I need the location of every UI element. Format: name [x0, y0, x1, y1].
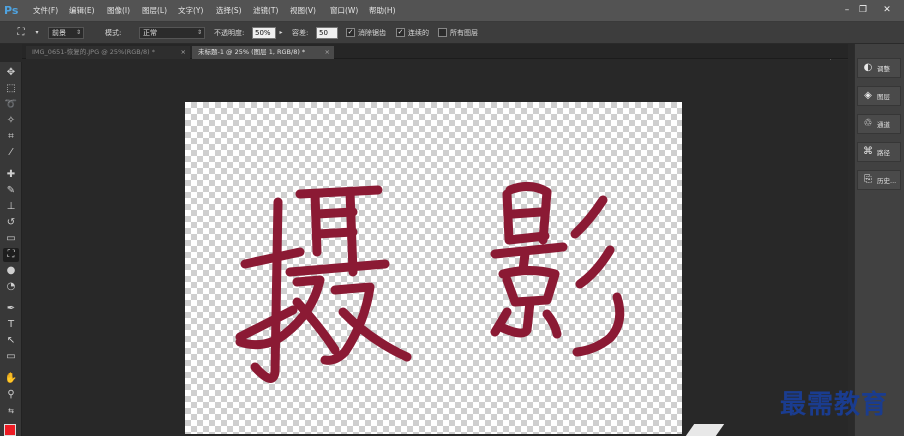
menu-bar: Ps 文件(F) 编辑(E) 图像(I) 图层(L) 文字(Y) 选择(S) 滤…	[0, 0, 904, 22]
contiguous-checkbox[interactable]: ✓	[396, 28, 405, 37]
close-button[interactable]: ✕	[880, 4, 894, 16]
history-icon: ⎘	[864, 174, 872, 185]
menu-file[interactable]: 文件(F)	[33, 5, 58, 17]
stroke	[570, 195, 608, 239]
panel-layers-button[interactable]: ◈ 图层	[857, 86, 901, 106]
panel-history-button[interactable]: ⎘ 历史...	[857, 170, 901, 190]
stroke	[542, 309, 562, 339]
chevron-down-icon: ⇕	[75, 29, 81, 36]
all-layers-checkbox[interactable]	[438, 28, 447, 37]
tab-label: 未标题-1 @ 25% (图层 1, RGB/8) *	[198, 48, 306, 56]
type-tool-icon[interactable]: T	[3, 318, 19, 332]
opacity-label: 不透明度:	[214, 29, 245, 37]
stroke	[312, 207, 358, 219]
chevron-down-icon: ⇕	[196, 29, 202, 36]
all-layers-label: 所有图层	[450, 29, 478, 37]
tolerance-label: 容差:	[292, 29, 309, 37]
stroke	[498, 266, 560, 307]
quick-select-tool-icon[interactable]: ✧	[3, 114, 19, 128]
healing-brush-tool-icon[interactable]: ✚	[3, 168, 19, 182]
hand-tool-icon[interactable]: ✋	[3, 372, 19, 386]
antialias-label: 消除锯齿	[358, 29, 386, 37]
restore-button[interactable]: ❐	[856, 4, 870, 16]
adjustments-icon: ◐	[863, 62, 873, 73]
stroke	[292, 297, 340, 355]
history-brush-tool-icon[interactable]: ↺	[3, 216, 19, 230]
tab-img-0651[interactable]: IMG_0651-恢复的.JPG @ 25%(RGB/8) * ×	[26, 46, 190, 59]
menu-image[interactable]: 图像(I)	[107, 5, 130, 17]
layers-icon: ◈	[864, 90, 872, 101]
close-tab-icon[interactable]: ×	[181, 46, 186, 58]
move-tool-icon[interactable]: ✥	[3, 66, 19, 80]
tools-panel: ✥ ⬚ ➰ ✧ ⌗ ⁄ ✚ ✎ ⊥ ↺ ▭ ⛶ ● ◔ ✒ T ↖ ▭ ✋ ⚲ …	[0, 62, 22, 436]
tool-preset-chevron-icon[interactable]: ▾	[30, 26, 44, 40]
stroke	[250, 197, 283, 383]
mode-label: 模式:	[105, 29, 122, 37]
panel-paths-button[interactable]: ⌘ 路径	[857, 142, 901, 162]
opacity-input[interactable]: 50%	[252, 27, 276, 39]
panel-label: 调整	[877, 65, 890, 73]
menu-view[interactable]: 视图(V)	[290, 5, 316, 17]
options-bar: ⛶ ▾ 前景 ⇕ 模式: 正常 ⇕ 不透明度: 50% ▸ 容差: 50 ✓ 消除锯…	[0, 22, 904, 62]
paint-bucket-tool-icon[interactable]: ⛶	[14, 26, 28, 40]
document-tab-bar: IMG_0651-恢复的.JPG @ 25%(RGB/8) * × 未标题-1 @…	[22, 44, 848, 59]
menu-help[interactable]: 帮助(H)	[369, 5, 396, 17]
opacity-slider-chevron-icon[interactable]: ▸	[276, 26, 286, 40]
crop-tool-icon[interactable]: ⌗	[3, 130, 19, 144]
photoshop-window: Ps 文件(F) 编辑(E) 图像(I) 图层(L) 文字(Y) 选择(S) 滤…	[0, 0, 904, 436]
channels-icon: ♲	[863, 118, 873, 129]
document-workspace	[22, 60, 848, 436]
brush-tool-icon[interactable]: ✎	[3, 184, 19, 198]
stroke	[508, 207, 546, 219]
menu-select[interactable]: 选择(S)	[216, 5, 242, 17]
mode-value: 正常	[143, 29, 157, 37]
eyedropper-tool-icon[interactable]: ⁄	[3, 146, 19, 160]
panel-label: 历史...	[877, 177, 897, 185]
paint-bucket-tool-icon[interactable]: ⛶	[3, 248, 19, 262]
panel-channels-button[interactable]: ♲ 通道	[857, 114, 901, 134]
photoshop-logo: Ps	[4, 4, 19, 17]
panel-label: 通道	[877, 121, 890, 129]
menu-type[interactable]: 文字(Y)	[178, 5, 203, 17]
zoom-tool-icon[interactable]: ⚲	[3, 388, 19, 402]
stroke	[312, 227, 358, 239]
dodge-tool-icon[interactable]: ◔	[3, 280, 19, 294]
foreground-color-swatch[interactable]	[4, 424, 16, 436]
rectangle-tool-icon[interactable]: ▭	[3, 350, 19, 364]
tab-untitled-1[interactable]: 未标题-1 @ 25% (图层 1, RGB/8) * ×	[192, 46, 334, 59]
paths-icon: ⌘	[863, 146, 873, 157]
panel-label: 图层	[877, 93, 890, 101]
calligraphy-artwork	[235, 182, 625, 383]
contiguous-label: 连续的	[408, 29, 429, 37]
menu-edit[interactable]: 编辑(E)	[69, 5, 95, 17]
menu-layer[interactable]: 图层(L)	[142, 5, 167, 17]
stroke	[572, 292, 625, 357]
menu-filter[interactable]: 滤镜(T)	[253, 5, 278, 17]
lasso-tool-icon[interactable]: ➰	[3, 98, 19, 112]
minimize-button[interactable]: –	[840, 4, 854, 16]
stroke	[575, 245, 615, 289]
fill-source-select[interactable]: 前景 ⇕	[48, 27, 84, 39]
mode-select[interactable]: 正常 ⇕	[139, 27, 205, 39]
blur-tool-icon[interactable]: ●	[3, 264, 19, 278]
panel-dock: ◐ 调整 ◈ 图层 ♲ 通道 ⌘ 路径 ⎘ 历史...	[854, 44, 904, 436]
close-tab-icon[interactable]: ×	[325, 46, 330, 58]
clone-stamp-tool-icon[interactable]: ⊥	[3, 200, 19, 214]
panel-label: 路径	[877, 149, 890, 157]
marquee-tool-icon[interactable]: ⬚	[3, 82, 19, 96]
stroke	[310, 189, 322, 257]
document-canvas[interactable]	[185, 102, 682, 434]
tab-label: IMG_0651-恢复的.JPG @ 25%(RGB/8) *	[32, 48, 155, 56]
watermark-logo: 最需教育	[780, 390, 889, 420]
antialias-checkbox[interactable]: ✓	[346, 28, 355, 37]
menu-window[interactable]: 窗口(W)	[330, 5, 358, 17]
path-selection-tool-icon[interactable]: ↖	[3, 334, 19, 348]
panel-adjustments-button[interactable]: ◐ 调整	[857, 58, 901, 78]
fill-source-value: 前景	[52, 29, 66, 37]
eraser-tool-icon[interactable]: ▭	[3, 232, 19, 246]
tolerance-input[interactable]: 50	[316, 27, 338, 39]
pen-tool-icon[interactable]: ✒	[3, 302, 19, 316]
stroke	[285, 259, 390, 277]
swap-colors-icon[interactable]: ⇆	[3, 404, 19, 418]
